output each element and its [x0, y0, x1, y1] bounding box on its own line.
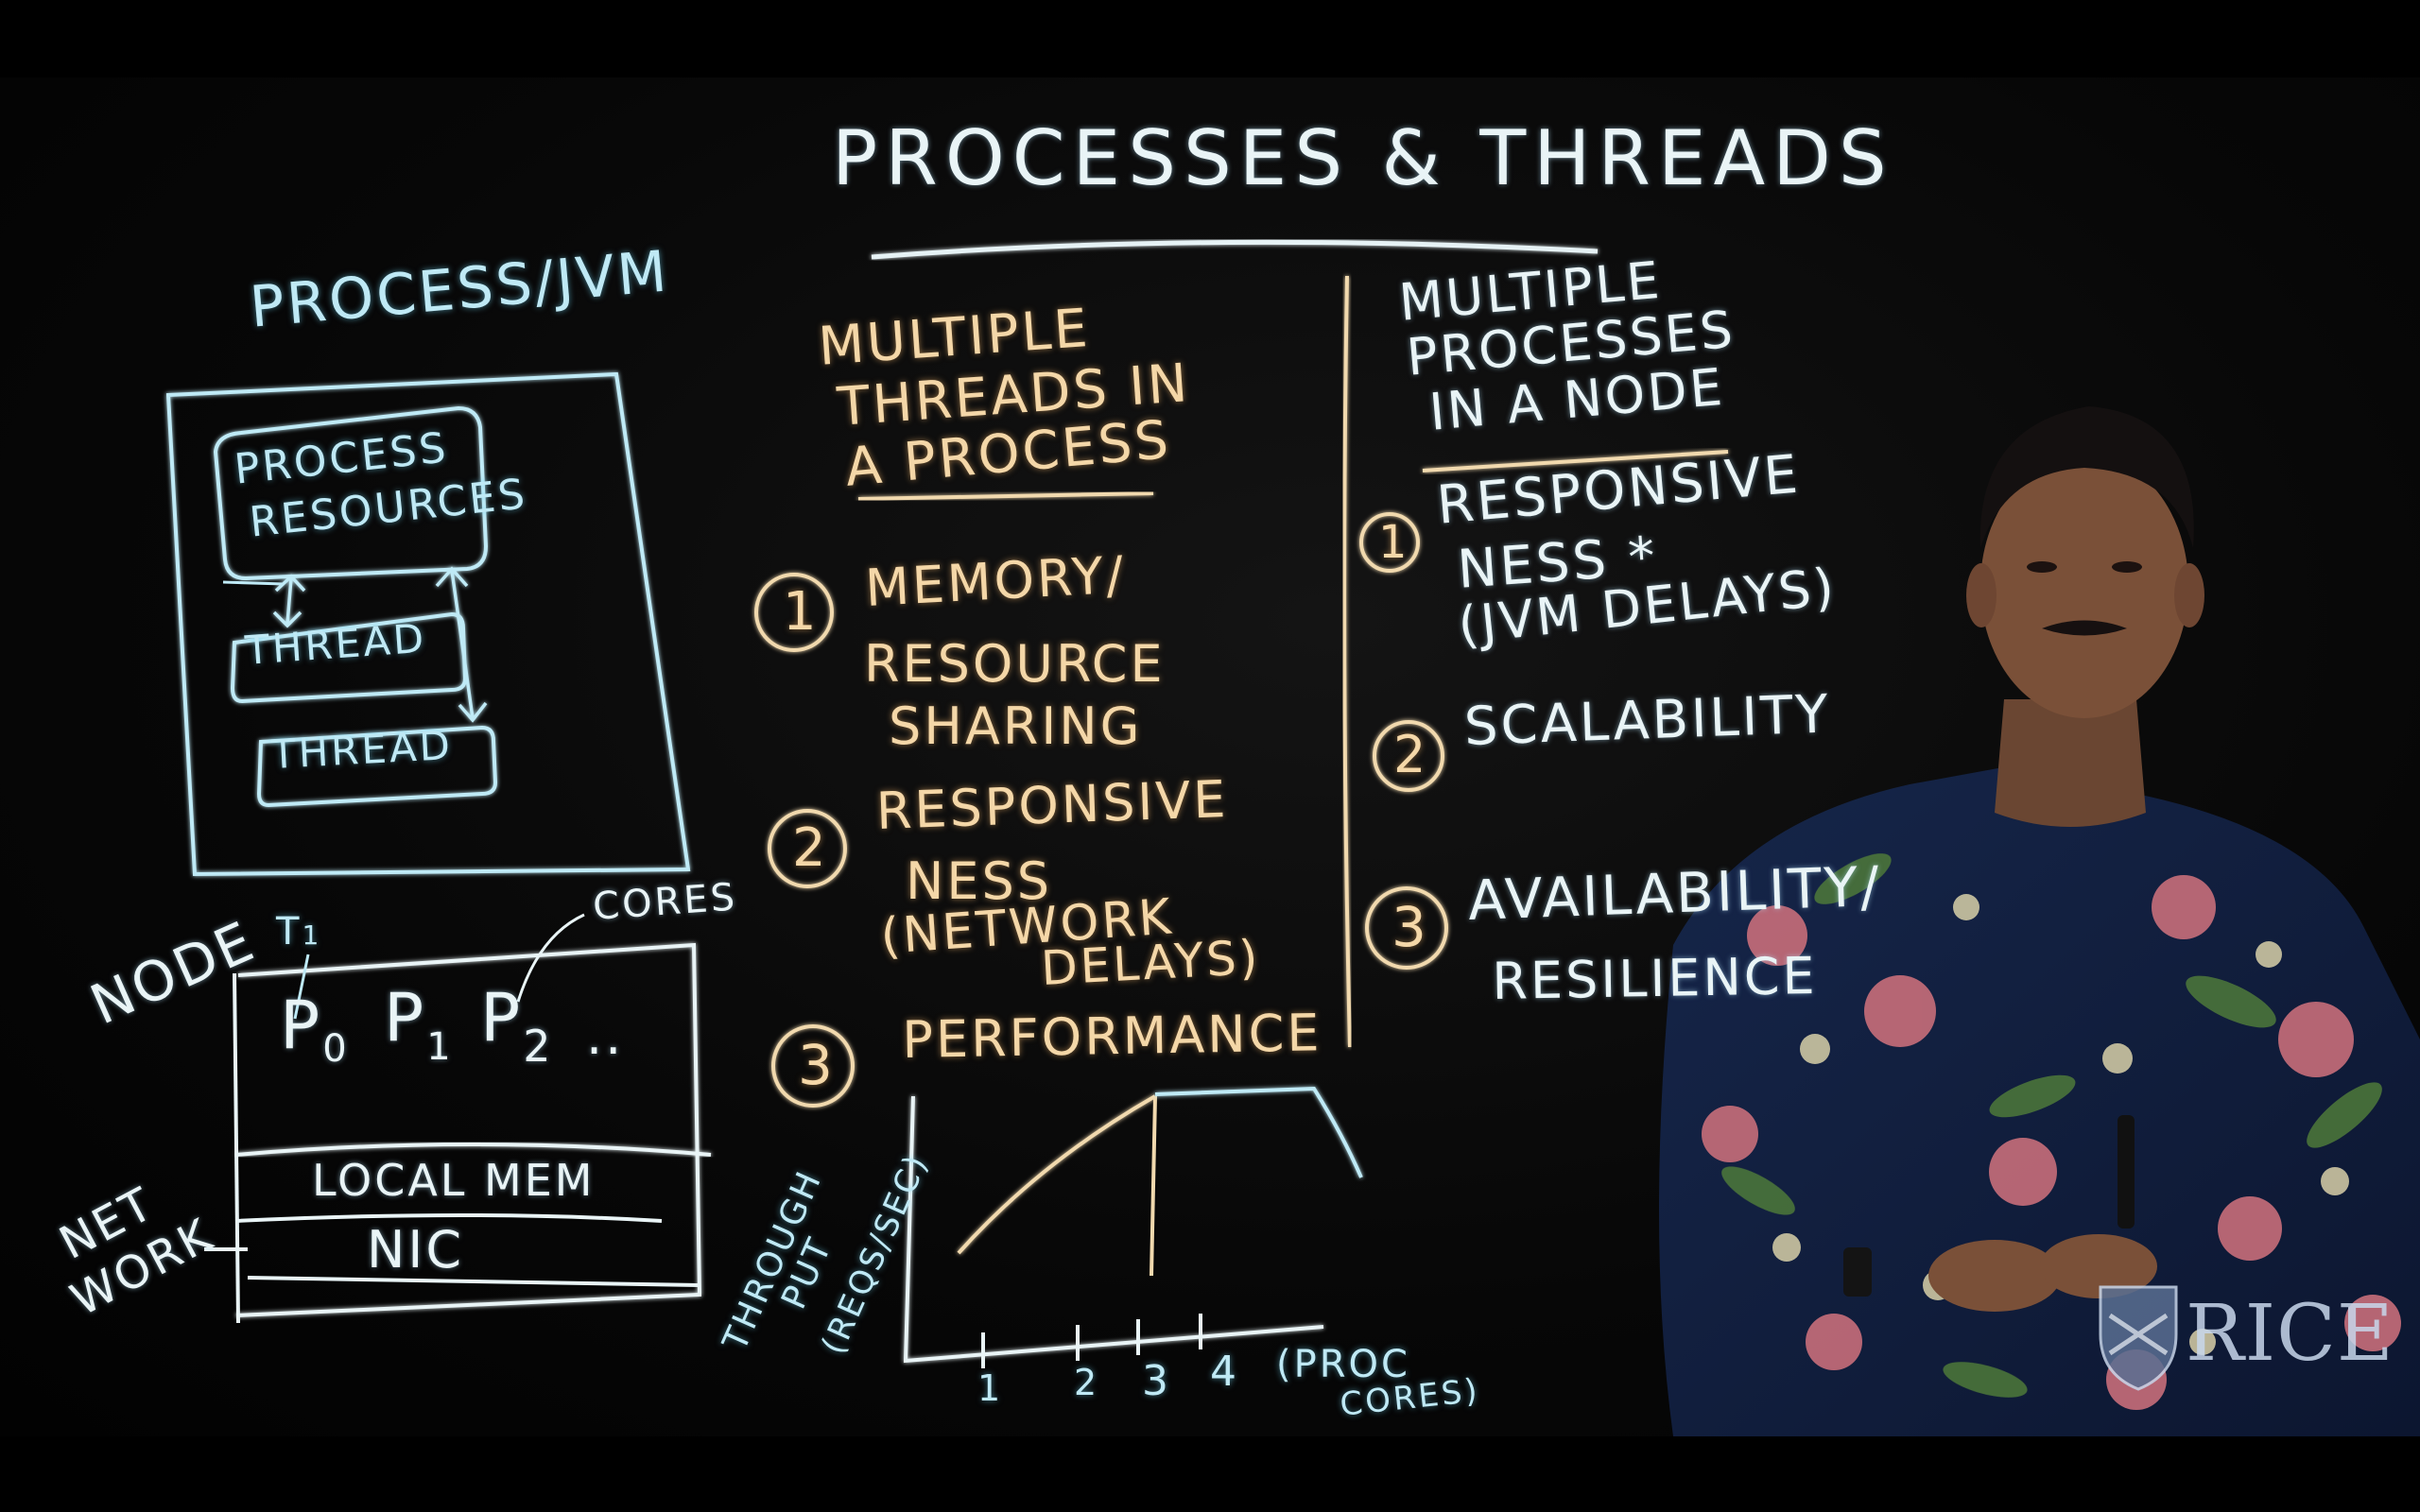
middle-num-1: 1	[783, 581, 817, 643]
t1-label: T1	[276, 913, 321, 951]
middle-heading-underline	[857, 491, 1154, 501]
nic-label: NIC	[367, 1220, 465, 1280]
graph-curve-rise	[957, 1094, 1156, 1255]
network-line	[247, 1276, 700, 1287]
arrow-resources-thread2	[435, 566, 488, 723]
processor-p1: P1	[384, 985, 454, 1066]
middle-item-1-line-3: SHARING	[889, 696, 1143, 756]
right-num-2: 2	[1393, 725, 1426, 784]
right-item-3-line-1: AVAILABILITY/	[1466, 853, 1883, 933]
page-title: PROCESSES & THREADS	[832, 114, 1894, 202]
graph-x-tick-3: 3	[1142, 1357, 1168, 1405]
middle-item-1-line-2: RESOURCE	[864, 634, 1166, 694]
p0-subscript: 0	[322, 1027, 350, 1071]
right-item-2-line-1: SCALABILITY	[1462, 683, 1832, 758]
graph-x-tick-2: 2	[1074, 1362, 1098, 1403]
local-mem-label: LOCAL MEM	[312, 1155, 596, 1206]
middle-num-2: 2	[792, 817, 826, 879]
thread-label-2: THREAD	[269, 721, 455, 778]
t1-letter: T	[276, 910, 302, 954]
middle-item-1-line-1: MEMORY/	[863, 544, 1128, 618]
title-underline	[871, 239, 1599, 260]
p2-letter: P	[480, 979, 524, 1057]
rice-logo-text: RICE	[2186, 1289, 2394, 1379]
middle-num-3: 3	[798, 1033, 833, 1097]
column-divider	[1342, 275, 1352, 1048]
processor-p0: P0	[280, 992, 350, 1068]
node-box-left	[233, 972, 240, 1324]
right-num-3: 3	[1392, 895, 1426, 959]
graph-curve-plateau	[1154, 1086, 1363, 1178]
processor-p2: P2	[480, 985, 554, 1068]
resources-link-line	[222, 580, 285, 586]
right-num-1: 1	[1378, 516, 1408, 569]
p2-subscript: 2	[523, 1021, 554, 1072]
graph-x-tick-1: 1	[977, 1367, 1001, 1409]
middle-item-2-line-4: DELAYS)	[1039, 929, 1262, 996]
t1-subscript: 1	[302, 919, 322, 951]
graph-axes	[903, 1095, 1324, 1364]
p1-subscript: 1	[426, 1025, 454, 1069]
graph-x-label-1: (PROC	[1276, 1343, 1410, 1386]
node-divider-mem	[235, 1143, 712, 1157]
middle-item-2-line-1: RESPONSIVE	[874, 768, 1230, 841]
right-item-3-line-2: RESILIENCE	[1491, 945, 1819, 1011]
processor-ellipsis: ..	[586, 1006, 625, 1066]
p1-letter: P	[384, 979, 427, 1057]
graph-vertical-marker	[1150, 1095, 1157, 1277]
p0-letter: P	[280, 987, 323, 1064]
video-frame: PROCESSES & THREADS PROCESS/JVM PROCESS …	[0, 0, 2420, 1512]
graph-x-tick-4: 4	[1210, 1348, 1236, 1396]
middle-item-3-line-1: PERFORMANCE	[901, 1003, 1322, 1070]
cores-label: CORES	[591, 875, 739, 929]
